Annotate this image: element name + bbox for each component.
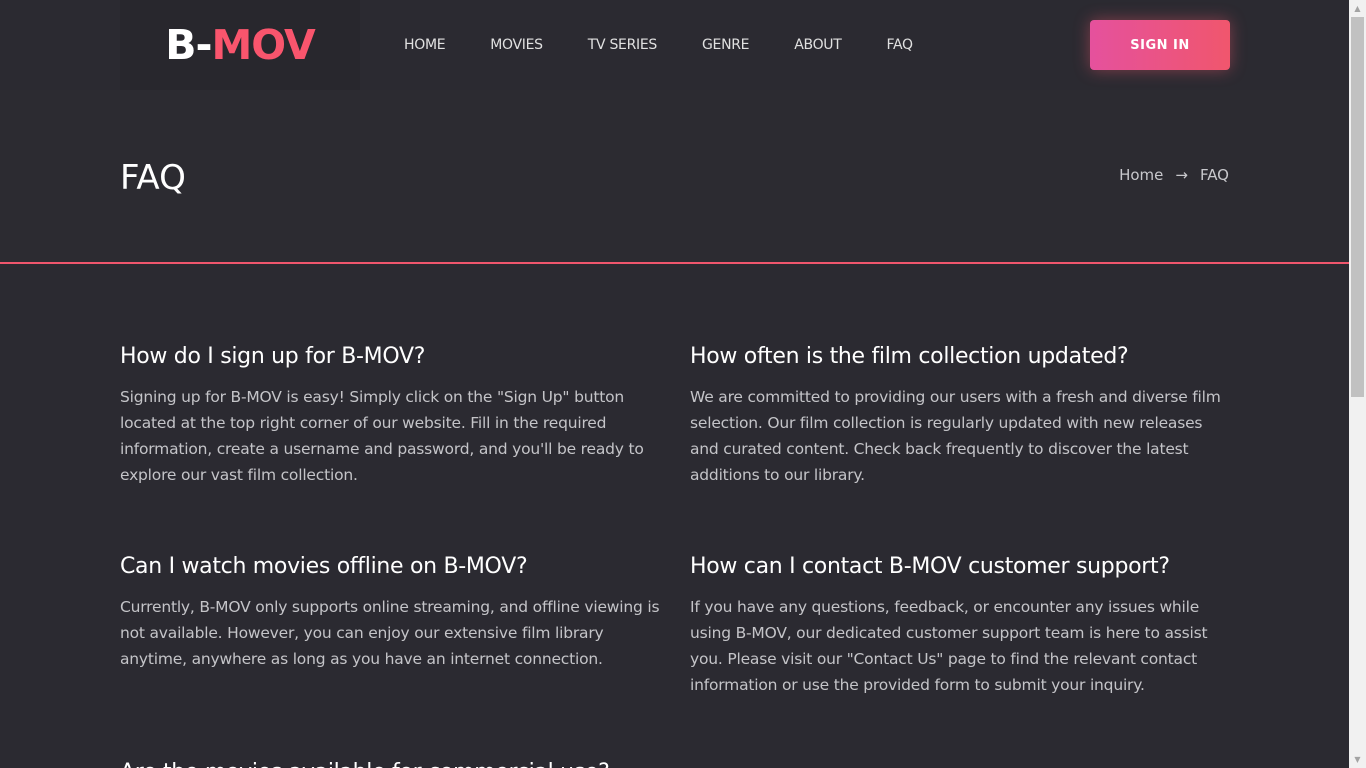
faq-question: Can I watch movies offline on B-MOV? — [120, 554, 528, 579]
site-header: B-MOV HOME MOVIES TV SERIES GENRE ABOUT … — [0, 0, 1349, 90]
nav-movies[interactable]: MOVIES — [490, 37, 543, 53]
page-scrollbar[interactable]: ▲ ▼ — [1349, 0, 1366, 768]
faq-item: Are the movies available for commercial … — [120, 758, 660, 768]
faq-item: How do I sign up for B-MOV? Signing up f… — [120, 342, 660, 488]
arrow-right-icon: → — [1175, 166, 1188, 184]
faq-answer: Currently, B-MOV only supports online st… — [120, 598, 660, 668]
breadcrumb-current: FAQ — [1199, 166, 1229, 184]
faq-question: How do I sign up for B-MOV? — [120, 344, 426, 369]
page-title-section: FAQ Home → FAQ — [0, 90, 1349, 264]
nav-tv-series[interactable]: TV SERIES — [588, 37, 658, 53]
nav-home[interactable]: HOME — [404, 37, 446, 53]
main-nav: HOME MOVIES TV SERIES GENRE ABOUT FAQ — [404, 0, 958, 90]
faq-question: How can I contact B-MOV customer support… — [690, 554, 1170, 579]
faq-question: How often is the film collection updated… — [690, 344, 1129, 369]
scrollbar-thumb[interactable] — [1351, 17, 1364, 397]
nav-about[interactable]: ABOUT — [794, 37, 842, 53]
page-title: FAQ — [120, 158, 186, 198]
faq-question: Are the movies available for commercial … — [120, 758, 660, 768]
logo: B-MOV — [165, 24, 316, 66]
breadcrumb: Home → FAQ — [1119, 166, 1229, 184]
logo-link[interactable]: B-MOV — [120, 0, 360, 90]
page: B-MOV HOME MOVIES TV SERIES GENRE ABOUT … — [0, 0, 1349, 768]
nav-genre[interactable]: GENRE — [702, 37, 750, 53]
faq-item: How can I contact B-MOV customer support… — [690, 552, 1230, 698]
logo-text-white: B- — [165, 20, 212, 69]
sign-in-button[interactable]: SIGN IN — [1090, 20, 1230, 70]
faq-item: How often is the film collection updated… — [690, 342, 1230, 488]
faq-answer: We are committed to providing our users … — [690, 388, 1221, 484]
triangle-down-icon[interactable]: ▼ — [1349, 751, 1366, 768]
faq-answer: Signing up for B-MOV is easy! Simply cli… — [120, 388, 644, 484]
breadcrumb-home-link[interactable]: Home — [1119, 166, 1163, 184]
triangle-up-icon[interactable]: ▲ — [1349, 0, 1366, 17]
nav-faq[interactable]: FAQ — [887, 37, 914, 53]
faq-item: Can I watch movies offline on B-MOV? Cur… — [120, 552, 660, 672]
faq-answer: If you have any questions, feedback, or … — [690, 598, 1208, 694]
logo-text-accent: MOV — [211, 20, 315, 69]
